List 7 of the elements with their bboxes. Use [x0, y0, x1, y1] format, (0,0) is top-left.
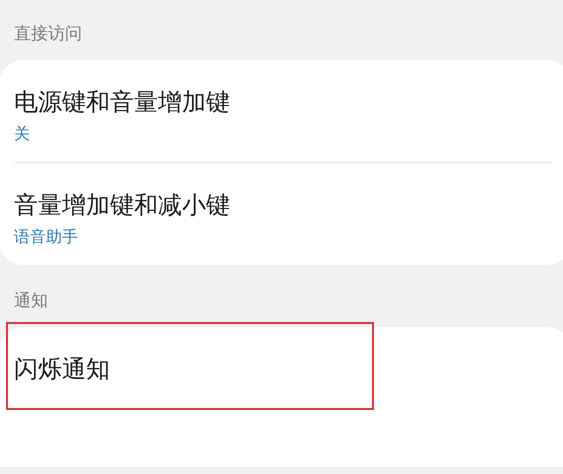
setting-value: 语音助手 [14, 227, 79, 247]
setting-value: 关 [14, 124, 31, 144]
setting-title[interactable]: 电源键和音量增加键 [14, 86, 230, 118]
setting-title[interactable]: 音量增加键和减小键 [14, 189, 230, 221]
setting-title[interactable]: 闪烁通知 [14, 353, 110, 385]
section-header: 直接访问 [13, 23, 83, 46]
section-header: 通知 [13, 290, 49, 313]
